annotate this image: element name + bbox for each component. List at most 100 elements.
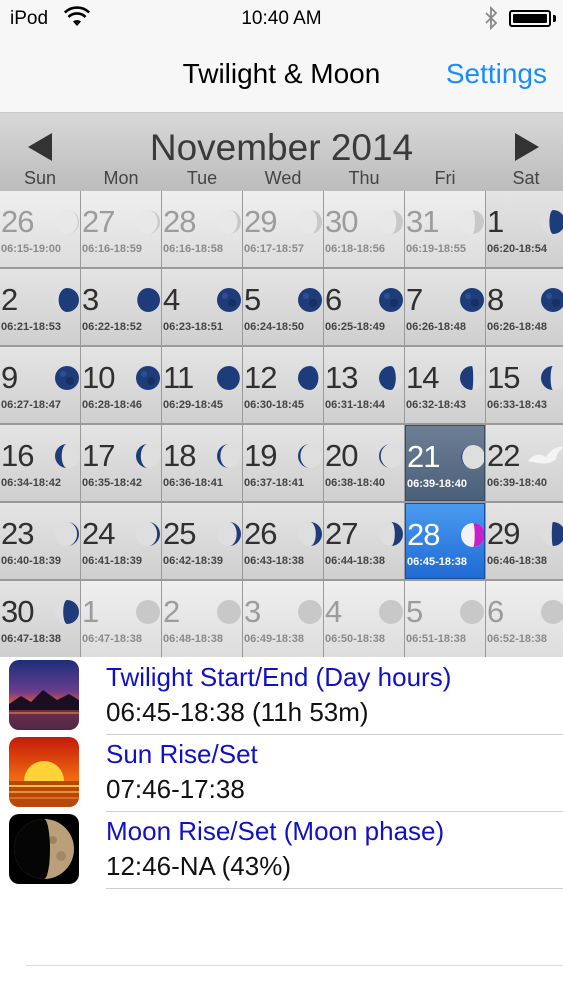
day-number: 26 [1, 204, 34, 239]
day-number: 29 [244, 204, 277, 239]
calendar-day-cell[interactable]: 7 06:26-18:48 [405, 269, 485, 345]
calendar-day-cell[interactable]: 30 06:18-18:56 [324, 191, 404, 267]
moon-icon [541, 366, 563, 390]
day-number: 1 [82, 594, 99, 629]
calendar-day-cell[interactable]: 1 06:47-18:38 [81, 581, 161, 657]
day-hours: 06:18-18:56 [325, 243, 385, 255]
day-hours: 06:22-18:52 [82, 321, 142, 333]
calendar-day-cell[interactable]: 3 06:22-18:52 [81, 269, 161, 345]
calendar-day-cell[interactable]: 18 06:36-18:41 [162, 425, 242, 501]
calendar-day-cell[interactable]: 25 06:42-18:39 [162, 503, 242, 579]
weekday-tue: Tue [186, 168, 218, 188]
moon-icon [55, 444, 79, 468]
day-hours: 06:41-18:39 [82, 555, 142, 567]
calendar-day-cell[interactable]: 12 06:30-18:45 [243, 347, 323, 423]
day-hours: 06:38-18:40 [325, 477, 385, 489]
calendar-day-cell[interactable]: 13 06:31-18:44 [324, 347, 404, 423]
info-row-sun[interactable]: Sun Rise/Set 07:46-17:38 [0, 734, 563, 812]
day-number: 19 [244, 438, 277, 473]
calendar-day-cell[interactable]: 6 06:52-18:38 [486, 581, 563, 657]
moon-icon [298, 444, 322, 468]
moon-icon [379, 366, 403, 390]
calendar-day-cell[interactable]: 9 06:27-18:47 [0, 347, 80, 423]
day-number: 16 [1, 438, 34, 473]
day-number: 8 [487, 282, 504, 317]
day-hours: 06:39-18:40 [407, 478, 467, 490]
calendar-day-cell[interactable]: 2 06:48-18:38 [162, 581, 242, 657]
calendar-day-cell[interactable]: 20 06:38-18:40 [324, 425, 404, 501]
calendar-header: November 2014 Sun Mon Tue Wed Thu Fri Sa… [0, 113, 563, 191]
row-divider [106, 888, 563, 889]
sunset-icon [9, 737, 79, 807]
day-hours: 06:34-18:42 [1, 477, 61, 489]
calendar-day-cell[interactable]: 11 06:29-18:45 [162, 347, 242, 423]
calendar-day-cell[interactable]: 4 06:50-18:38 [324, 581, 404, 657]
calendar-day-cell[interactable]: 27 06:44-18:38 [324, 503, 404, 579]
calendar-day-cell[interactable]: 29 06:17-18:57 [243, 191, 323, 267]
calendar-day-cell[interactable]: 3 06:49-18:38 [243, 581, 323, 657]
calendar-day-cell[interactable]: 21 06:39-18:40 [405, 425, 485, 501]
calendar-day-cell[interactable]: 5 06:24-18:50 [243, 269, 323, 345]
day-hours: 06:47-18:38 [1, 633, 61, 645]
moon-icon [55, 600, 79, 624]
moon-icon [217, 288, 241, 312]
day-hours: 06:28-18:46 [82, 399, 142, 411]
calendar-day-cell[interactable]: 10 06:28-18:46 [81, 347, 161, 423]
settings-button[interactable]: Settings [446, 58, 547, 90]
next-month-button[interactable] [515, 133, 539, 161]
moon-icon [541, 288, 563, 312]
moon-icon [217, 366, 241, 390]
moon-icon [379, 210, 403, 234]
calendar-day-cell[interactable]: 2 06:21-18:53 [0, 269, 80, 345]
calendar-day-cell[interactable]: 16 06:34-18:42 [0, 425, 80, 501]
moon-icon [136, 444, 160, 468]
day-hours: 06:32-18:43 [406, 399, 466, 411]
info-row-twilight[interactable]: Twilight Start/End (Day hours) 06:45-18:… [0, 657, 563, 735]
day-number: 5 [406, 594, 423, 629]
calendar-day-cell[interactable]: 29 06:46-18:38 [486, 503, 563, 579]
calendar-day-cell[interactable]: 28 06:45-18:38 [405, 503, 485, 579]
calendar-day-cell[interactable]: 4 06:23-18:51 [162, 269, 242, 345]
calendar-day-cell[interactable]: 5 06:51-18:38 [405, 581, 485, 657]
moon-icon [55, 366, 79, 390]
calendar-day-cell[interactable]: 19 06:37-18:41 [243, 425, 323, 501]
calendar-day-cell[interactable]: 17 06:35-18:42 [81, 425, 161, 501]
calendar-day-cell[interactable]: 15 06:33-18:43 [486, 347, 563, 423]
day-hours: 06:17-18:57 [244, 243, 304, 255]
moon-icon [379, 522, 403, 546]
calendar-day-cell[interactable]: 26 06:15-19:00 [0, 191, 80, 267]
day-number: 26 [244, 516, 277, 551]
info-row-moon[interactable]: Moon Rise/Set (Moon phase) 12:46-NA (43%… [0, 811, 563, 889]
day-hours: 06:42-18:39 [163, 555, 223, 567]
calendar-day-cell[interactable]: 6 06:25-18:49 [324, 269, 404, 345]
day-number: 2 [163, 594, 180, 629]
calendar-day-cell[interactable]: 22 06:39-18:40 [486, 425, 563, 501]
calendar-day-cell[interactable]: 24 06:41-18:39 [81, 503, 161, 579]
calendar-day-cell[interactable]: 31 06:19-18:55 [405, 191, 485, 267]
day-hours: 06:20-18:54 [487, 243, 547, 255]
moon-icon [217, 600, 241, 624]
calendar-day-cell[interactable]: 28 06:16-18:58 [162, 191, 242, 267]
day-number: 24 [82, 516, 115, 551]
day-number: 14 [406, 360, 439, 395]
day-number: 3 [82, 282, 99, 317]
calendar-grid: 26 06:15-19:00 27 06:16-18:59 28 06:16-18:58 2… [0, 191, 563, 657]
moon-icon [298, 210, 322, 234]
calendar-day-cell[interactable]: 23 06:40-18:39 [0, 503, 80, 579]
weekday-fri: Fri [434, 168, 456, 188]
month-title: November 2014 [149, 127, 414, 168]
calendar-day-cell[interactable]: 1 06:20-18:54 [486, 191, 563, 267]
calendar-day-cell[interactable]: 27 06:16-18:59 [81, 191, 161, 267]
weekday-thu: Thu [348, 168, 380, 188]
day-number: 13 [325, 360, 358, 395]
moon-icon [217, 444, 241, 468]
calendar-day-cell[interactable]: 8 06:26-18:48 [486, 269, 563, 345]
calendar-day-cell[interactable]: 26 06:43-18:38 [243, 503, 323, 579]
day-number: 20 [325, 438, 358, 473]
moon-phase-icon [9, 814, 79, 884]
calendar-day-cell[interactable]: 14 06:32-18:43 [405, 347, 485, 423]
calendar-day-cell[interactable]: 30 06:47-18:38 [0, 581, 80, 657]
moon-icon [55, 210, 79, 234]
day-hours: 06:16-18:59 [82, 243, 142, 255]
moon-icon [460, 600, 484, 624]
